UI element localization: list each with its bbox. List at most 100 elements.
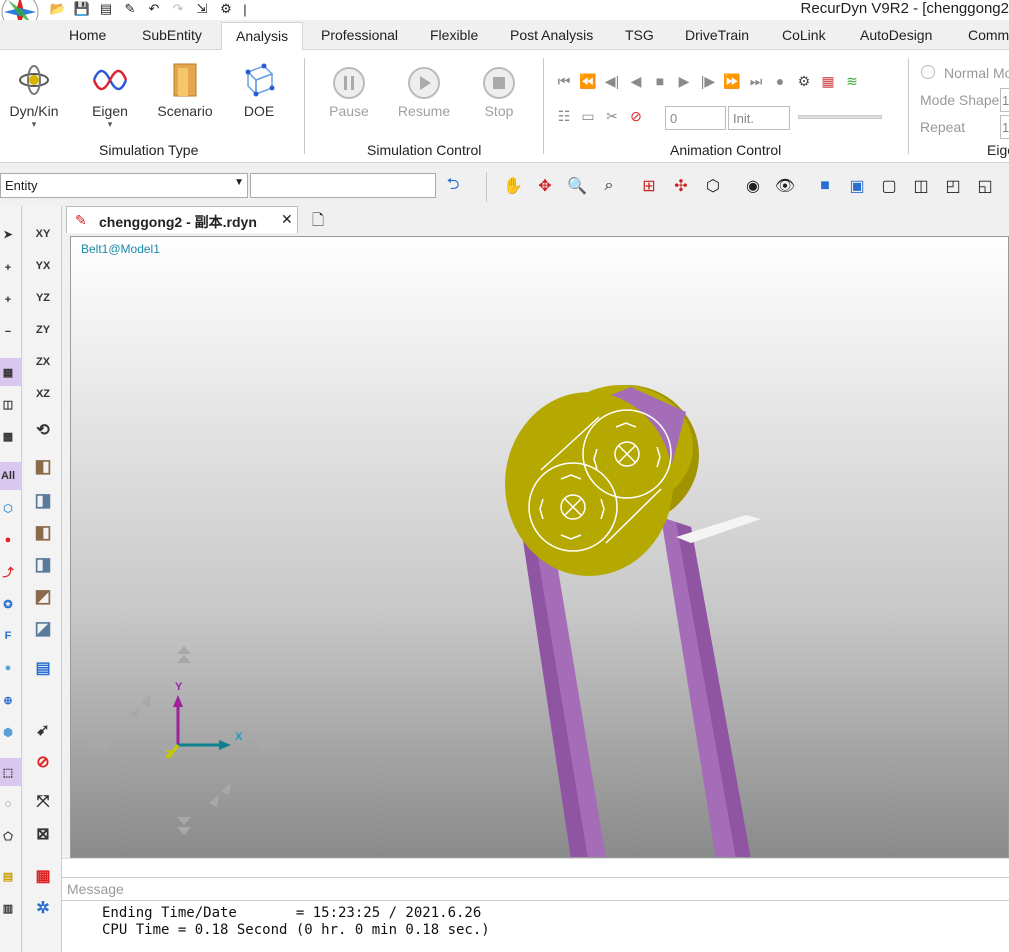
center-icon[interactable]: ✣: [668, 173, 694, 199]
tab-autodesign[interactable]: AutoDesign: [860, 27, 932, 43]
select-box-icon[interactable]: ▦: [0, 358, 22, 386]
rotate-view-icon[interactable]: ⟲: [29, 416, 57, 444]
animation-slider[interactable]: [798, 115, 882, 119]
fit-icon[interactable]: ⊞: [636, 173, 662, 199]
tab-drivetrain[interactable]: DriveTrain: [685, 27, 749, 43]
view-xy-icon[interactable]: XY: [29, 220, 57, 248]
tab-flexible[interactable]: Flexible: [430, 27, 478, 43]
cursor-rotate-icon[interactable]: ➹: [29, 716, 57, 744]
repeat-input[interactable]: 1: [1000, 115, 1009, 139]
redo-icon[interactable]: ↷: [168, 1, 188, 17]
function-icon[interactable]: F: [0, 622, 22, 650]
no-loop-icon[interactable]: ⊘: [625, 105, 647, 127]
silhouette-cube-icon[interactable]: ◰: [940, 173, 966, 199]
play-icon[interactable]: ▶: [673, 70, 695, 92]
rect-select-icon[interactable]: ⬚: [0, 758, 22, 786]
play-backward-icon[interactable]: ◀: [625, 70, 647, 92]
body-icon[interactable]: ⬡: [0, 494, 22, 522]
tab-tsg[interactable]: TSG: [625, 27, 654, 43]
front-view-icon[interactable]: ◨: [29, 486, 57, 514]
tab-professional[interactable]: Professional: [321, 27, 398, 43]
entity-name-input[interactable]: [250, 173, 436, 198]
shaded-cube-icon[interactable]: ■: [812, 173, 838, 199]
tab-home[interactable]: Home: [69, 27, 106, 43]
tab-communicator[interactable]: Comm: [968, 27, 1009, 43]
grid-select-icon[interactable]: ▩: [0, 422, 22, 450]
chevron-down-icon[interactable]: ▼: [234, 177, 244, 188]
tab-post-analysis[interactable]: Post Analysis: [510, 27, 593, 43]
cube-grid-icon[interactable]: ▦: [29, 862, 57, 890]
fit-arrows-icon[interactable]: ⤧: [29, 788, 57, 816]
entity-combo[interactable]: Entity ▼: [0, 173, 248, 198]
zoom-window-icon[interactable]: 🔍: [564, 173, 590, 199]
settings-icon[interactable]: ⚙: [216, 1, 236, 17]
cursor-no-icon[interactable]: ⊘: [29, 748, 57, 776]
view-zx-icon[interactable]: ZX: [29, 348, 57, 376]
init-button[interactable]: Init.: [728, 106, 790, 130]
joint-icon[interactable]: ●: [0, 526, 22, 554]
mode-shape-input[interactable]: 1: [1000, 88, 1009, 112]
view-zy-icon[interactable]: ZY: [29, 316, 57, 344]
rotate-icon[interactable]: ✥: [532, 173, 558, 199]
select-all-icon[interactable]: All: [0, 462, 22, 490]
properties-icon[interactable]: ✎: [120, 1, 140, 17]
doe-button[interactable]: DOE: [236, 60, 282, 119]
stop-button[interactable]: Stop: [478, 66, 520, 119]
step-forward-icon[interactable]: |▶: [697, 70, 719, 92]
polygon-select-icon[interactable]: ⬠: [0, 822, 22, 850]
eigen-dropdown-icon[interactable]: ▾: [88, 119, 132, 130]
iso-view-icon[interactable]: ◧: [29, 452, 57, 480]
new-icon[interactable]: ▤: [96, 1, 116, 17]
frame-table-icon[interactable]: ☷: [553, 105, 575, 127]
import-icon[interactable]: ⇲: [192, 1, 212, 17]
stack-icon[interactable]: ▤: [0, 862, 22, 890]
model-viewport[interactable]: Belt1@Model1 Y X Z: [70, 236, 1009, 858]
first-frame-icon[interactable]: ⏮: [553, 70, 575, 92]
add-icon[interactable]: +: [0, 254, 22, 282]
right-view-icon[interactable]: ◩: [29, 582, 57, 610]
film-reel-icon[interactable]: ⚙: [793, 70, 815, 92]
view-yz-icon[interactable]: YZ: [29, 284, 57, 312]
target-icon[interactable]: ⊕: [0, 686, 22, 714]
minus-icon[interactable]: −: [0, 318, 22, 346]
pan-hand-icon[interactable]: ✋: [500, 173, 526, 199]
layers-icon[interactable]: ≋: [841, 70, 863, 92]
view-xz-icon[interactable]: XZ: [29, 380, 57, 408]
wireframe-cube-icon[interactable]: ▢: [876, 173, 902, 199]
view-yx-icon[interactable]: YX: [29, 252, 57, 280]
new-document-icon[interactable]: 🗋: [312, 210, 324, 235]
cube-select-icon[interactable]: ◫: [0, 390, 22, 418]
normal-mode-radio[interactable]: [921, 65, 935, 79]
tools-icon[interactable]: ✂: [601, 105, 623, 127]
eye-icon[interactable]: 👁: [772, 173, 798, 199]
circle-select-icon[interactable]: ◌: [0, 790, 22, 818]
step-backward-icon[interactable]: ◀|: [601, 70, 623, 92]
last-frame-icon[interactable]: ⏭: [745, 70, 767, 92]
close-icon[interactable]: ✕: [281, 211, 293, 228]
save-icon[interactable]: 💾: [72, 1, 92, 17]
pages-icon[interactable]: ▥: [0, 894, 22, 922]
stop-animation-icon[interactable]: ■: [649, 70, 671, 92]
plus-icon[interactable]: +: [0, 286, 22, 314]
outline-cube-icon[interactable]: ◱: [972, 173, 998, 199]
eigen-button[interactable]: Eigen ▾: [88, 60, 132, 130]
tab-colink[interactable]: CoLink: [782, 27, 826, 43]
frame-number-input[interactable]: 0: [665, 106, 726, 130]
force-icon[interactable]: ✪: [0, 590, 22, 618]
render-icon[interactable]: ◉: [740, 173, 766, 199]
network-icon[interactable]: ✲: [29, 894, 57, 922]
solid-icon[interactable]: ⬢: [0, 718, 22, 746]
qat-dropdown-icon[interactable]: |: [240, 1, 250, 17]
cross-box-icon[interactable]: ⊠: [29, 820, 57, 848]
camera-icon[interactable]: ▭: [577, 105, 599, 127]
fast-forward-icon[interactable]: ⏩: [721, 70, 743, 92]
document-tab[interactable]: ✎ chenggong2 - 副本.rdyn ✕: [66, 206, 298, 233]
select-cursor-icon[interactable]: ➤: [0, 220, 22, 248]
marker-icon[interactable]: ⤴: [0, 558, 22, 586]
fast-backward-icon[interactable]: ⏪: [577, 70, 599, 92]
dyn-kin-dropdown-icon[interactable]: ▾: [8, 119, 60, 130]
tab-analysis[interactable]: Analysis: [221, 22, 304, 51]
record-icon[interactable]: ●: [769, 70, 791, 92]
left-view-icon[interactable]: ◨: [29, 550, 57, 578]
view-list-icon[interactable]: ▤: [29, 654, 57, 682]
